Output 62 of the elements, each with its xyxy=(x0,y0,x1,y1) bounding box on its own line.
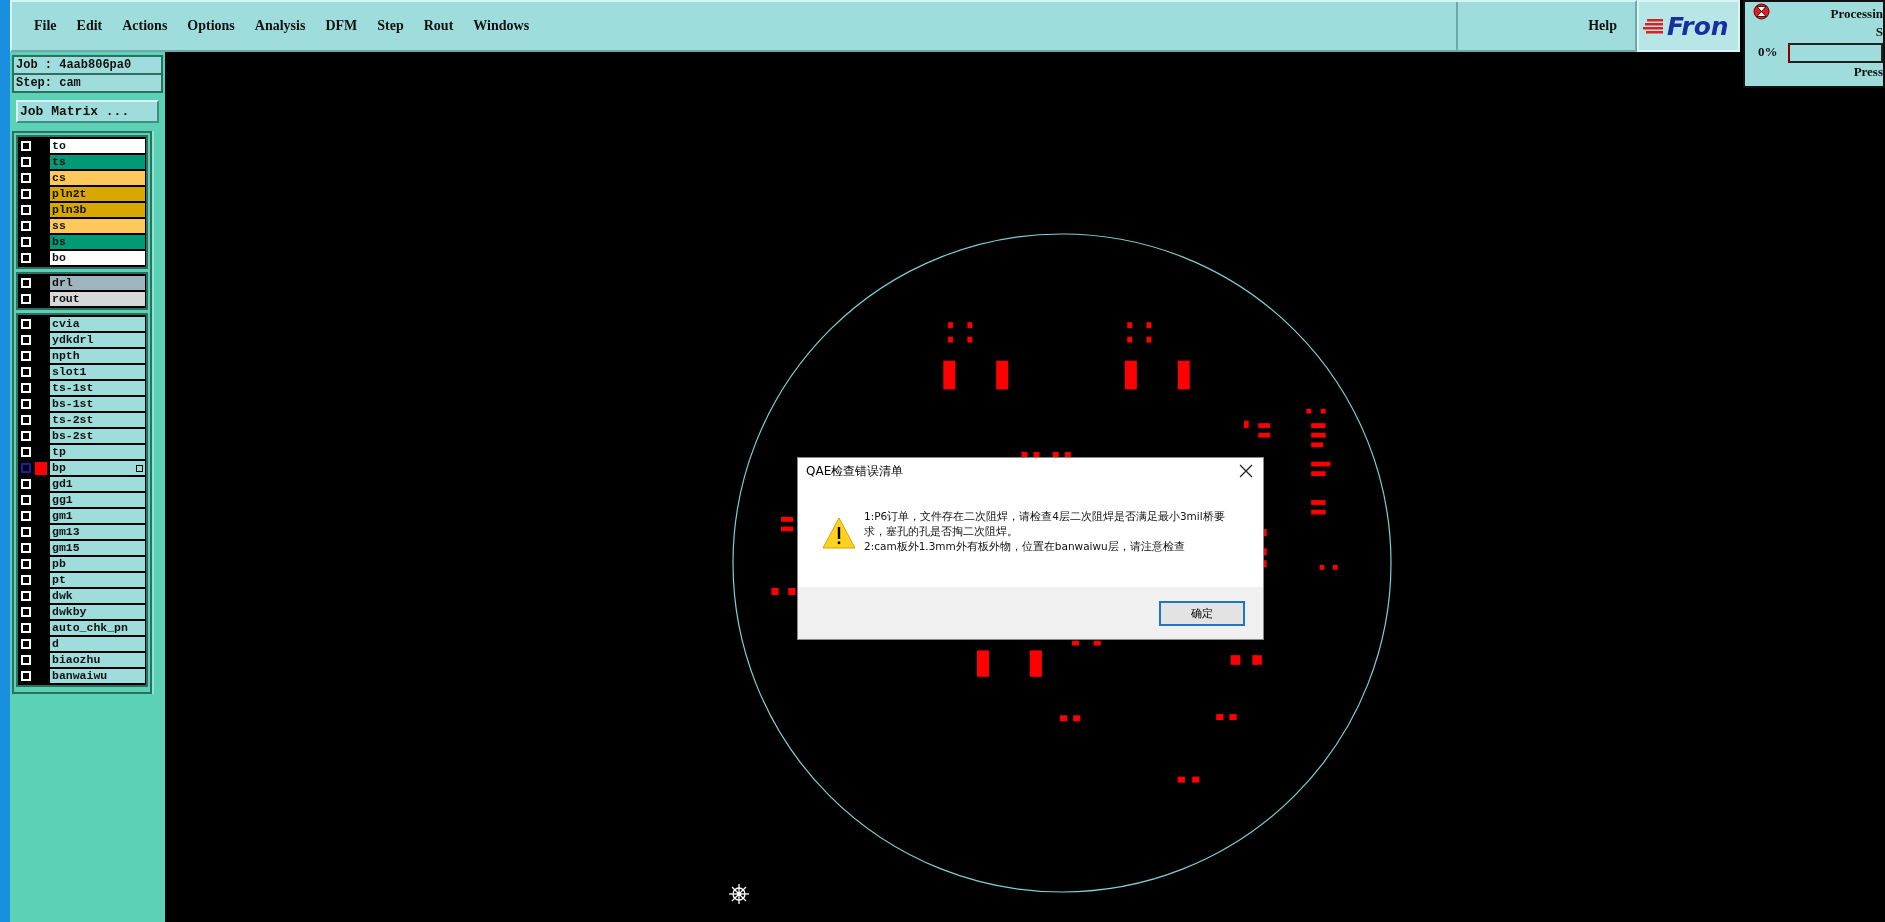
layer-name[interactable]: biaozhu xyxy=(49,652,146,668)
layer-name[interactable]: ts xyxy=(49,154,146,170)
dialog-title: QAE检查错误清单 xyxy=(806,462,905,480)
processing-hint: Press xyxy=(1853,64,1883,80)
hourglass-icon xyxy=(1753,3,1770,20)
job-matrix-button[interactable]: Job Matrix ... xyxy=(16,100,159,123)
layer-name[interactable]: pt xyxy=(49,572,146,588)
menu-item[interactable]: Edit xyxy=(66,18,113,34)
menu-item[interactable]: Rout xyxy=(413,18,464,34)
error-message: 2:cam板外1.3mm外有板外物，位置在banwaiwu层，请注意检查 xyxy=(864,539,1186,554)
menu-item[interactable]: Analysis xyxy=(244,18,316,34)
processing-title: Processin xyxy=(1830,6,1883,22)
menu-item[interactable]: Options xyxy=(177,18,245,34)
layer-name[interactable]: ts-1st xyxy=(49,380,146,396)
menu-item[interactable]: DFM xyxy=(315,18,368,34)
layer-name[interactable]: auto_chk_pn xyxy=(49,620,146,636)
layer-name[interactable]: npth xyxy=(49,348,146,364)
layer-name[interactable]: dwkby xyxy=(49,604,146,620)
layer-name[interactable]: d xyxy=(49,636,146,652)
layer-name[interactable]: gm15 xyxy=(49,540,146,556)
layer-name[interactable]: pln3b xyxy=(49,202,146,218)
layer-name[interactable]: gm13 xyxy=(49,524,146,540)
layer-name[interactable]: dwk xyxy=(49,588,146,604)
layer-checkbox[interactable] xyxy=(21,463,31,473)
layer-name[interactable]: drl xyxy=(49,275,146,291)
origin-marker-icon xyxy=(728,883,750,905)
feature-mark-icon xyxy=(136,464,143,472)
layer-name[interactable]: ydkdrl xyxy=(49,332,146,348)
layer-name[interactable]: gd1 xyxy=(49,476,146,492)
layer-name[interactable]: pb xyxy=(49,556,146,572)
layer-name[interactable]: rout xyxy=(49,291,146,307)
layer-name[interactable]: bo xyxy=(49,250,146,266)
layer-name[interactable]: gm1 xyxy=(49,508,146,524)
layer-name[interactable]: to xyxy=(49,138,146,154)
layer-name[interactable]: gg1 xyxy=(49,492,146,508)
menu-item[interactable]: File xyxy=(24,18,67,34)
speed-lines-icon xyxy=(1643,18,1665,34)
processing-status: S xyxy=(1875,24,1883,40)
layer-name[interactable]: pln2t xyxy=(49,186,146,202)
error-message: 1:P6订单，文件存在二次阻焊，请检查4层二次阻焊是否满足最小3mil桥要求，塞孔的孔是否掏二次阻焊。 xyxy=(864,509,1226,539)
job-label: Job : 4aab806pa0 xyxy=(12,55,163,75)
step-label: Step: cam xyxy=(12,75,163,93)
menu-item[interactable]: Windows xyxy=(463,18,540,34)
progress-percent: 0% xyxy=(1758,44,1778,60)
logo-text: Fron xyxy=(1667,11,1729,41)
layer-name[interactable]: banwaiwu xyxy=(49,668,146,684)
layer-name[interactable]: cvia xyxy=(49,316,146,332)
warning-icon xyxy=(822,517,856,549)
layer-name[interactable]: tp xyxy=(49,444,146,460)
ok-button[interactable]: 确定 xyxy=(1159,600,1245,626)
help-menu[interactable]: Help xyxy=(1456,2,1635,50)
menu-item[interactable]: Step xyxy=(367,18,414,34)
layer-name[interactable]: bs xyxy=(49,234,146,250)
layer-name[interactable]: bs-2st xyxy=(49,428,146,444)
layer-name[interactable]: cs xyxy=(49,170,146,186)
menu-item[interactable]: Actions xyxy=(112,18,178,34)
layer-name[interactable]: ss xyxy=(49,218,146,234)
layer-name[interactable]: ts-2st xyxy=(49,412,146,428)
layer-name[interactable]: slot1 xyxy=(49,364,146,380)
close-icon[interactable] xyxy=(1239,464,1253,478)
layer-name[interactable]: bp xyxy=(49,460,146,476)
layer-name[interactable]: bs-1st xyxy=(49,396,146,412)
